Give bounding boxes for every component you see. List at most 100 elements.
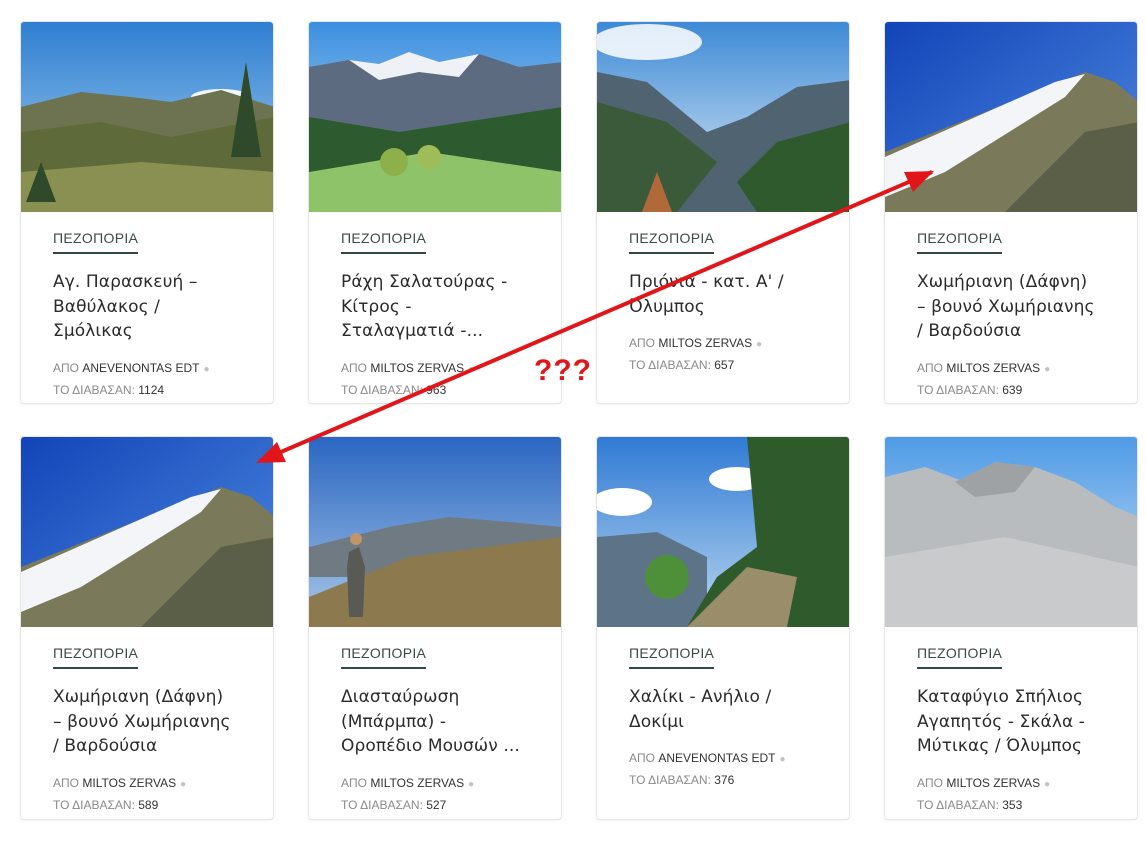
article-card[interactable]: ΠΕΖΟΠΟΡΙΑ Αγ. Παρασκευή – Βαθύλακος / Σμ…: [20, 21, 274, 404]
title-line: Χωμήριανη (Δάφνη): [53, 687, 224, 707]
article-title[interactable]: Χωμήριανη (Δάφνη) – βουνό Χωμήριανης / Β…: [53, 685, 241, 759]
article-title[interactable]: Χαλίκι - Ανήλιο / Δοκίμι: [629, 685, 817, 734]
category-label[interactable]: ΠΕΖΟΠΟΡΙΑ: [341, 645, 427, 669]
article-title[interactable]: Καταφύγιο Σπήλιος Αγαπητός - Σκάλα - Μύτ…: [917, 685, 1105, 759]
card-image[interactable]: [309, 22, 562, 212]
views-label: ΤΟ ΔΙΑΒΑΣΑΝ:: [53, 382, 135, 397]
title-line: (Μπάρμπα) -: [341, 711, 447, 732]
card-image[interactable]: [885, 22, 1138, 212]
title-line: Χαλίκι - Ανήλιο /: [629, 687, 772, 707]
views-label: ΤΟ ΔΙΑΒΑΣΑΝ:: [341, 382, 423, 397]
title-line: Πριόνια - κατ. Α' /: [629, 272, 784, 292]
category-label[interactable]: ΠΕΖΟΠΟΡΙΑ: [917, 645, 1003, 669]
title-line: Δοκίμι: [629, 711, 684, 732]
views-count: 376: [714, 773, 735, 787]
views-count: 1124: [138, 382, 165, 397]
views-label: ΤΟ ΔΙΑΒΑΣΑΝ:: [917, 797, 999, 812]
article-card[interactable]: ΠΕΖΟΠΟΡΙΑ Χωμήριανη (Δάφνη) – βουνό Χωμή…: [884, 21, 1138, 404]
title-line: Βαθύλακος /: [53, 296, 161, 317]
article-meta: ΑΠΟ ANEVENONTAS EDT ● ΤΟ ΔΙΑΒΑΣΑΝ: 376: [629, 748, 817, 790]
article-title[interactable]: Πριόνια - κατ. Α' / Όλυμπος: [629, 270, 817, 319]
article-meta: ΑΠΟ MILTOS ZERVAS ● ΤΟ ΔΙΑΒΑΣΑΝ: 963: [341, 358, 529, 400]
title-line: Διασταύρωση: [341, 687, 460, 707]
views-count: 353: [1002, 797, 1023, 812]
article-meta: ΑΠΟ MILTOS ZERVAS ● ΤΟ ΔΙΑΒΑΣΑΝ: 639: [917, 358, 1105, 400]
separator-dot-icon: ●: [468, 363, 475, 375]
category-label[interactable]: ΠΕΖΟΠΟΡΙΑ: [917, 230, 1003, 254]
separator-dot-icon: ●: [468, 778, 475, 790]
title-line: Όλυμπος: [629, 296, 705, 317]
views-count: 589: [138, 797, 159, 812]
by-label: ΑΠΟ: [53, 775, 80, 790]
separator-dot-icon: ●: [779, 754, 786, 765]
separator-dot-icon: ●: [180, 778, 187, 790]
author-link[interactable]: ANEVENONTAS EDT: [82, 361, 199, 375]
article-title[interactable]: Αγ. Παρασκευή – Βαθύλακος / Σμόλικας: [53, 270, 241, 344]
author-link[interactable]: MILTOS ZERVAS: [370, 776, 464, 790]
views-count: 657: [714, 358, 735, 372]
separator-dot-icon: ●: [203, 363, 210, 375]
separator-dot-icon: ●: [1044, 363, 1051, 375]
title-line: Αγ. Παρασκευή –: [53, 272, 198, 292]
title-line: – βουνό Χωμήριανης: [917, 296, 1095, 317]
views-label: ΤΟ ΔΙΑΒΑΣΑΝ:: [53, 797, 135, 812]
annotation-question-marks: ???: [534, 354, 592, 387]
title-line: Χωμήριανη (Δάφνη): [917, 272, 1088, 292]
title-line: Μύτικας / Όλυμπος: [917, 736, 1083, 756]
author-link[interactable]: ANEVENONTAS EDT: [658, 751, 775, 765]
by-label: ΑΠΟ: [53, 360, 80, 375]
article-card[interactable]: ΠΕΖΟΠΟΡΙΑ Διασταύρωση (Μπάρμπα) - Οροπέδ…: [308, 436, 562, 820]
by-label: ΑΠΟ: [629, 336, 656, 350]
article-meta: ΑΠΟ ANEVENONTAS EDT ● ΤΟ ΔΙΑΒΑΣΑΝ: 1124: [53, 358, 241, 400]
article-meta: ΑΠΟ MILTOS ZERVAS ● ΤΟ ΔΙΑΒΑΣΑΝ: 589: [53, 773, 241, 815]
category-label[interactable]: ΠΕΖΟΠΟΡΙΑ: [341, 230, 427, 254]
by-label: ΑΠΟ: [629, 751, 656, 765]
category-label[interactable]: ΠΕΖΟΠΟΡΙΑ: [629, 230, 715, 254]
views-label: ΤΟ ΔΙΑΒΑΣΑΝ:: [629, 773, 711, 787]
by-label: ΑΠΟ: [341, 360, 368, 375]
article-card[interactable]: ΠΕΖΟΠΟΡΙΑ Χωμήριανη (Δάφνη) – βουνό Χωμή…: [20, 436, 274, 820]
article-title[interactable]: Χωμήριανη (Δάφνη) – βουνό Χωμήριανης / Β…: [917, 270, 1105, 344]
category-label[interactable]: ΠΕΖΟΠΟΡΙΑ: [629, 645, 715, 669]
by-label: ΑΠΟ: [917, 775, 944, 790]
card-image[interactable]: [21, 22, 274, 212]
article-card[interactable]: ΠΕΖΟΠΟΡΙΑ Χαλίκι - Ανήλιο / Δοκίμι ΑΠΟ A…: [596, 436, 850, 820]
views-count: 639: [1002, 382, 1023, 397]
title-line: Αγαπητός - Σκάλα -: [917, 711, 1086, 732]
article-title[interactable]: Διασταύρωση (Μπάρμπα) - Οροπέδιο Μουσών …: [341, 685, 529, 759]
article-card[interactable]: ΠΕΖΟΠΟΡΙΑ Καταφύγιο Σπήλιος Αγαπητός - Σ…: [884, 436, 1138, 820]
author-link[interactable]: MILTOS ZERVAS: [82, 776, 176, 790]
title-line: – βουνό Χωμήριανης: [53, 711, 231, 732]
author-link[interactable]: MILTOS ZERVAS: [946, 361, 1040, 375]
card-image[interactable]: [309, 437, 562, 627]
article-meta: ΑΠΟ MILTOS ZERVAS ● ΤΟ ΔΙΑΒΑΣΑΝ: 657: [629, 333, 817, 375]
category-label[interactable]: ΠΕΖΟΠΟΡΙΑ: [53, 645, 139, 669]
article-meta: ΑΠΟ MILTOS ZERVAS ● ΤΟ ΔΙΑΒΑΣΑΝ: 353: [917, 773, 1105, 815]
card-image[interactable]: [597, 22, 850, 212]
separator-dot-icon: ●: [756, 339, 763, 350]
title-line: Οροπέδιο Μουσών ...: [341, 736, 520, 756]
article-title[interactable]: Ράχη Σαλατούρας - Κίτρος - Σταλαγματιά -…: [341, 270, 529, 344]
card-image[interactable]: [885, 437, 1138, 627]
by-label: ΑΠΟ: [917, 360, 944, 375]
views-label: ΤΟ ΔΙΑΒΑΣΑΝ:: [341, 797, 423, 812]
card-image[interactable]: [21, 437, 274, 627]
title-line: Σμόλικας: [53, 321, 133, 341]
title-line: / Βαρδούσια: [917, 321, 1022, 341]
title-line: Ράχη Σαλατούρας -: [341, 272, 508, 292]
views-label: ΤΟ ΔΙΑΒΑΣΑΝ:: [629, 358, 711, 372]
separator-dot-icon: ●: [1044, 778, 1051, 790]
title-line: Καταφύγιο Σπήλιος: [917, 687, 1084, 707]
author-link[interactable]: MILTOS ZERVAS: [370, 361, 464, 375]
author-link[interactable]: MILTOS ZERVAS: [658, 336, 752, 350]
article-card[interactable]: ΠΕΖΟΠΟΡΙΑ Πριόνια - κατ. Α' / Όλυμπος ΑΠ…: [596, 21, 850, 404]
article-card[interactable]: ΠΕΖΟΠΟΡΙΑ Ράχη Σαλατούρας - Κίτρος - Στα…: [308, 21, 562, 404]
views-label: ΤΟ ΔΙΑΒΑΣΑΝ:: [917, 382, 999, 397]
title-line: Σταλαγματιά -...: [341, 321, 484, 341]
card-image[interactable]: [597, 437, 850, 627]
author-link[interactable]: MILTOS ZERVAS: [946, 776, 1040, 790]
by-label: ΑΠΟ: [341, 775, 368, 790]
article-meta: ΑΠΟ MILTOS ZERVAS ● ΤΟ ΔΙΑΒΑΣΑΝ: 527: [341, 773, 529, 815]
category-label[interactable]: ΠΕΖΟΠΟΡΙΑ: [53, 230, 139, 254]
title-line: Κίτρος -: [341, 296, 412, 317]
